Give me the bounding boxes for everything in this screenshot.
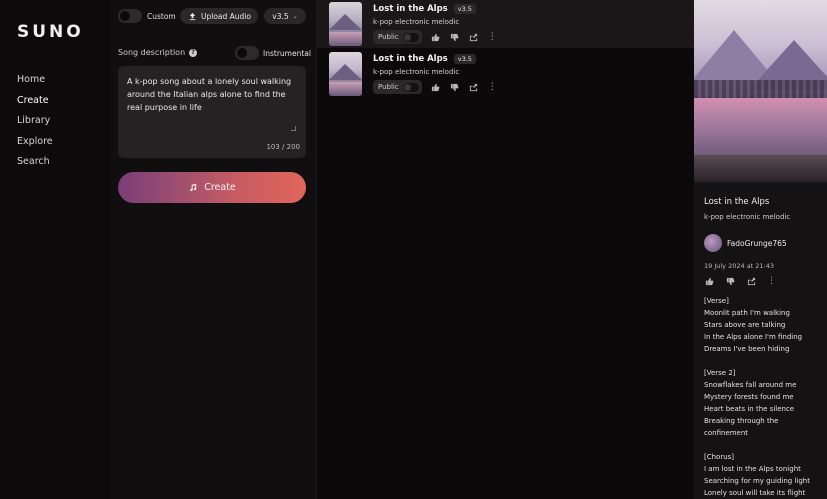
song-list: Lost in the Alps v3.5 k-pop electronic m… (316, 0, 695, 499)
upload-audio-label: Upload Audio (201, 11, 251, 21)
lyric-line: Mystery forests found me (704, 393, 794, 401)
upload-audio-button[interactable]: Upload Audio (180, 8, 258, 24)
lyric-line: Breaking through the (704, 417, 779, 425)
instrumental-row: Instrumental (235, 46, 311, 60)
lyric-line: Lonely soul will take its flight (704, 489, 806, 497)
music-note-icon (188, 183, 198, 193)
nav-item-explore[interactable]: Explore (17, 136, 53, 149)
instrumental-toggle[interactable] (235, 46, 259, 60)
lyric-line: [Chorus] (704, 453, 735, 461)
public-switch[interactable] (402, 82, 419, 92)
lyric-line: Moonlit path I'm walking (704, 309, 790, 317)
lyric-line: [Verse 2] (704, 369, 736, 377)
thumbs-down-icon[interactable] (725, 276, 735, 286)
create-button[interactable]: Create (118, 172, 306, 203)
song-row[interactable]: Lost in the Alps v3.5 k-pop electronic m… (317, 50, 695, 98)
detail-style: k-pop electronic melodic (704, 213, 791, 221)
thumbs-down-icon[interactable] (450, 82, 460, 92)
thumbs-up-icon[interactable] (704, 276, 714, 286)
share-icon[interactable] (746, 276, 756, 286)
thumbs-up-icon[interactable] (431, 82, 441, 92)
custom-mode-row: Custom (118, 9, 176, 23)
create-panel: Custom Upload Audio v3.5 ⌄ Song descript… (110, 0, 316, 499)
main-nav: Home Create Library Explore Search (17, 74, 53, 169)
lyric-blank (704, 355, 822, 367)
lyric-line: confinement (704, 429, 749, 437)
share-icon[interactable] (469, 82, 479, 92)
nav-item-create[interactable]: Create (17, 95, 53, 108)
custom-label: Custom (147, 11, 176, 21)
song-title-row: Lost in the Alps v3.5 (373, 4, 476, 14)
song-thumbnail[interactable] (329, 2, 362, 46)
visibility-toggle[interactable]: Public (373, 80, 422, 94)
song-description-input[interactable]: A k-pop song about a lonely soul walking… (118, 66, 306, 158)
visibility-toggle[interactable]: Public (373, 30, 422, 44)
song-detail-panel: Lost in the Alps k-pop electronic melodi… (694, 0, 827, 499)
version-badge: v3.5 (453, 4, 476, 14)
song-title[interactable]: Lost in the Alps (373, 54, 448, 64)
nav-item-home[interactable]: Home (17, 74, 53, 87)
author-name[interactable]: FadoGrunge765 (727, 239, 787, 248)
detail-actions: ⋮ (704, 276, 776, 286)
song-style: k-pop electronic melodic (373, 18, 460, 26)
song-style: k-pop electronic melodic (373, 68, 460, 76)
chevron-down-icon: ⌄ (292, 12, 298, 20)
song-description-label: Song description ? (118, 48, 198, 57)
more-options-icon[interactable]: ⋮ (488, 82, 497, 92)
song-row[interactable]: Lost in the Alps v3.5 k-pop electronic m… (317, 0, 695, 48)
lyric-blank (704, 439, 822, 451)
version-badge: v3.5 (453, 54, 476, 64)
instrumental-label: Instrumental (263, 48, 311, 58)
version-label: v3.5 (272, 11, 289, 21)
thumbs-down-icon[interactable] (450, 32, 460, 42)
create-label: Create (204, 182, 236, 193)
custom-toggle[interactable] (118, 9, 142, 23)
lyric-line: [Verse] (704, 297, 729, 305)
nav-item-search[interactable]: Search (17, 156, 53, 169)
lyric-line: Searching for my guiding light (704, 477, 810, 485)
lyric-line: In the Alps alone I'm finding (704, 333, 803, 341)
lyric-line: Stars above are talking (704, 321, 786, 329)
share-icon[interactable] (469, 32, 479, 42)
lyric-line: Heart beats in the silence (704, 405, 795, 413)
char-counter: 103 / 200 (266, 143, 300, 151)
song-cover-image[interactable] (694, 0, 827, 182)
thumbs-up-icon[interactable] (431, 32, 441, 42)
song-title[interactable]: Lost in the Alps (373, 4, 448, 14)
avatar[interactable] (704, 234, 722, 252)
more-options-icon[interactable]: ⋮ (767, 276, 776, 286)
song-actions: Public ⋮ (373, 30, 497, 44)
visibility-label: Public (378, 33, 399, 41)
song-description-label-text: Song description (118, 48, 186, 57)
model-version-select[interactable]: v3.5 ⌄ (264, 8, 306, 24)
help-icon[interactable]: ? (189, 48, 198, 57)
song-actions: Public ⋮ (373, 80, 497, 94)
lyric-line: Dreams I've been hiding (704, 345, 790, 353)
detail-author[interactable]: FadoGrunge765 (704, 234, 787, 252)
upload-icon (187, 11, 197, 21)
nav-item-library[interactable]: Library (17, 115, 53, 128)
lyric-line: I am lost in the Alps tonight (704, 465, 801, 473)
lyrics: [Verse] Moonlit path I'm walking Stars a… (704, 295, 822, 499)
song-title-row: Lost in the Alps v3.5 (373, 54, 476, 64)
song-description-text[interactable]: A k-pop song about a lonely soul walking… (127, 75, 297, 114)
more-options-icon[interactable]: ⋮ (488, 32, 497, 42)
visibility-label: Public (378, 83, 399, 91)
song-thumbnail[interactable] (329, 52, 362, 96)
detail-date: 19 July 2024 at 21:43 (704, 262, 775, 270)
lyric-line: Snowflakes fall around me (704, 381, 797, 389)
suno-logo[interactable]: SUNO (17, 22, 84, 42)
resize-handle[interactable] (291, 126, 296, 131)
detail-title: Lost in the Alps (704, 197, 770, 207)
public-switch[interactable] (402, 32, 419, 42)
